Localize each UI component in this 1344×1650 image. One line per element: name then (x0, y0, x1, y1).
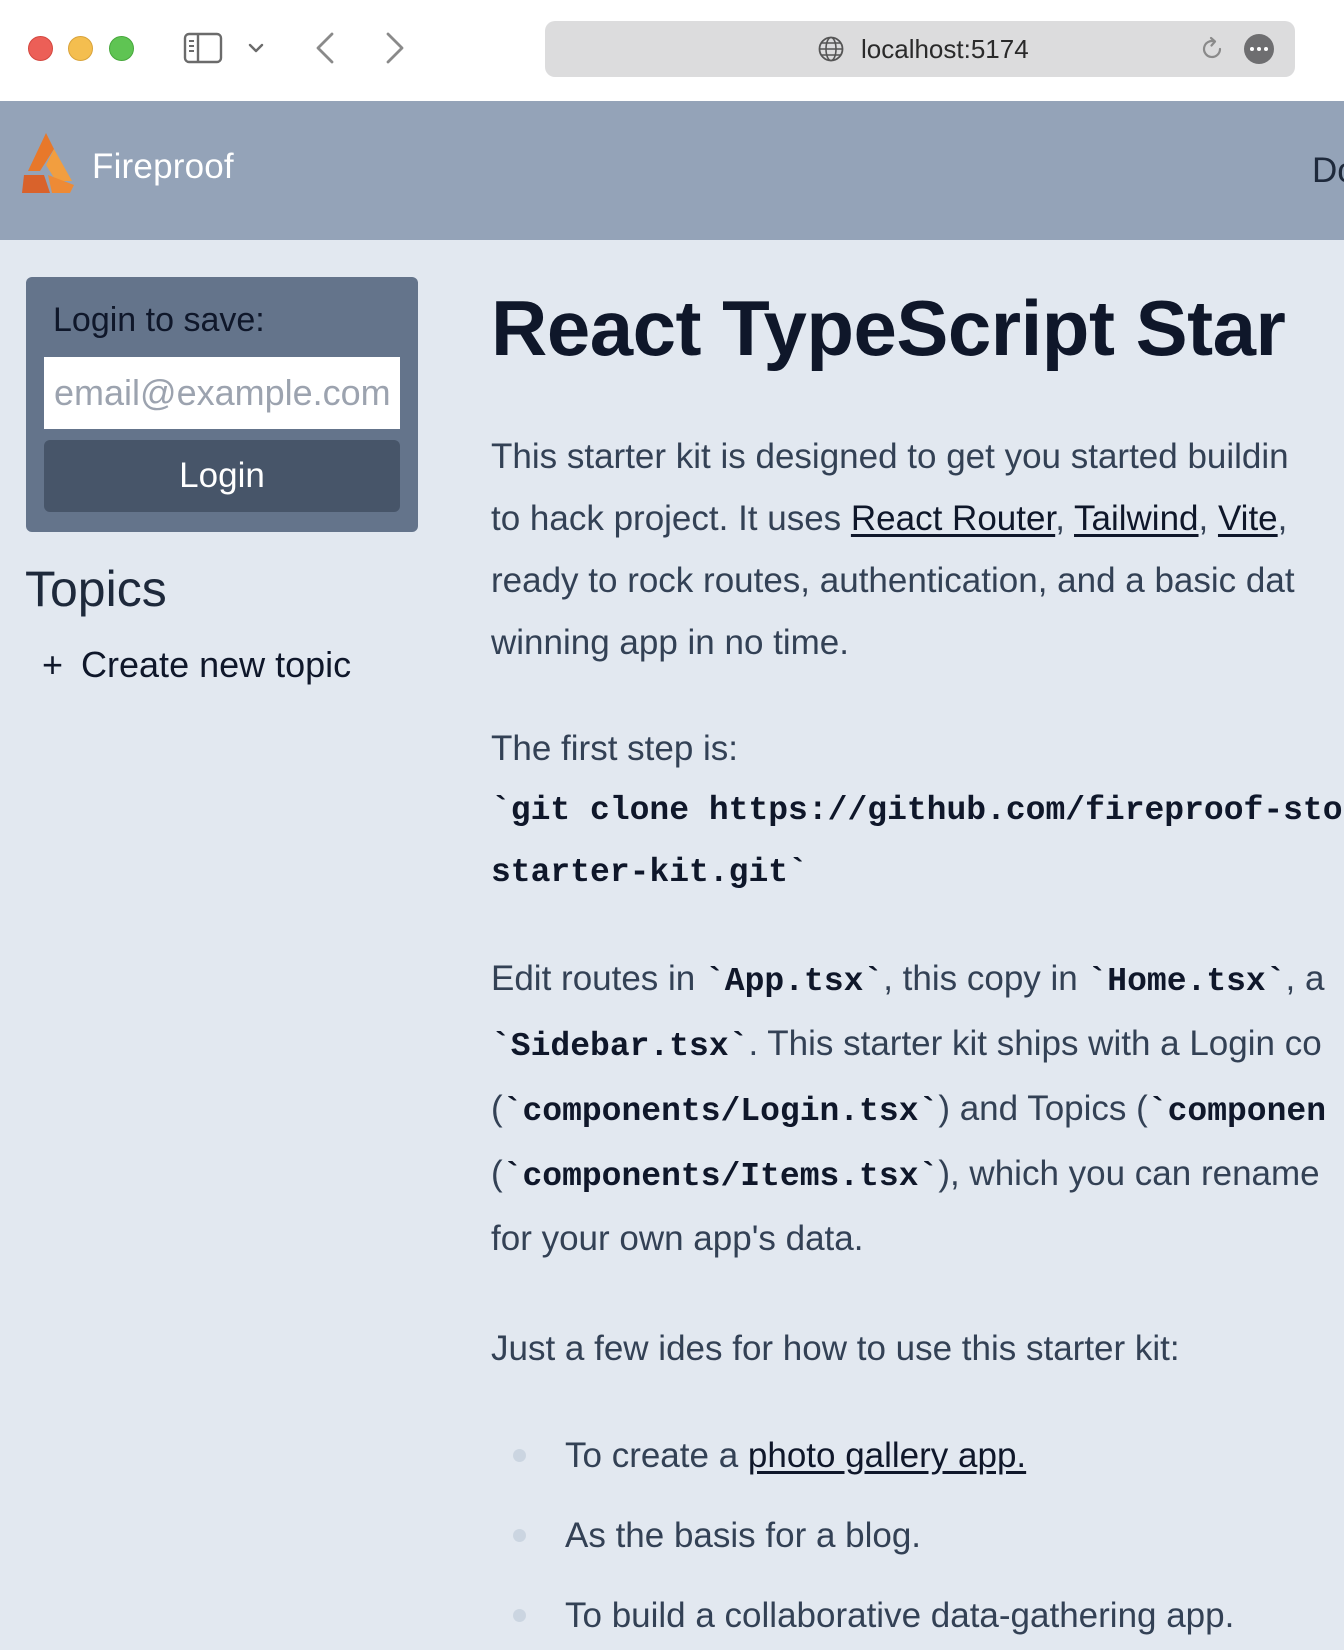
code-sidebar-tsx: `Sidebar.tsx` (491, 1027, 749, 1065)
text: , this copy in (883, 958, 1088, 998)
separator: , (1198, 498, 1218, 538)
edit-line-2: `Sidebar.tsx`. This starter kit ships wi… (491, 1013, 1344, 1078)
text: , a (1285, 958, 1325, 998)
back-arrow-icon[interactable] (310, 30, 340, 66)
intro-line-4: winning app in no time. (491, 622, 849, 662)
intro-line-2: to hack project. It uses React Router, T… (491, 488, 1344, 550)
create-topic-label: Create new topic (81, 644, 352, 685)
email-input[interactable] (44, 357, 400, 429)
more-options-icon[interactable] (1244, 34, 1274, 64)
edit-line-3: (`components/Login.tsx`) and Topics (`co… (491, 1078, 1344, 1143)
code-items-tsx: `components/Items.tsx` (502, 1157, 939, 1195)
intro-line-1: This starter kit is designed to get you … (491, 436, 1289, 476)
text: ( (491, 1153, 503, 1193)
text: To create a (565, 1435, 748, 1475)
code-login-tsx: `components/Login.tsx` (502, 1092, 939, 1130)
text: ) and Topics ( (938, 1088, 1148, 1128)
edit-line-5: for your own app's data. (491, 1218, 864, 1258)
login-button[interactable]: Login (44, 440, 400, 512)
browser-toolbar: localhost:5174 (0, 0, 1344, 101)
ideas-list: To create a photo gallery app. As the ba… (491, 1416, 1344, 1650)
plus-icon: + (42, 644, 64, 685)
edit-routes-paragraph: Edit routes in `App.tsx`, this copy in `… (491, 948, 1344, 1270)
list-item: As the basis for a blog. (513, 1496, 1344, 1576)
intro-line-3: ready to rock routes, authentication, an… (491, 560, 1295, 600)
list-item: To build a collaborative data-gathering … (513, 1576, 1344, 1650)
separator: , (1055, 498, 1075, 538)
login-panel: Login to save: Login (26, 277, 418, 532)
photo-gallery-link[interactable]: photo gallery app. (748, 1436, 1026, 1475)
text: ), which you can rename (938, 1153, 1320, 1193)
text: Edit routes in (491, 958, 705, 998)
list-item: To create a photo gallery app. (513, 1416, 1344, 1496)
intro-paragraph: This starter kit is designed to get you … (491, 426, 1344, 674)
url-text[interactable]: localhost:5174 (861, 35, 1029, 63)
react-router-link[interactable]: React Router (851, 499, 1055, 538)
git-clone-command-cont: starter-kit.git` (491, 853, 808, 891)
ideas-intro: Just a few ides for how to use this star… (491, 1328, 1180, 1368)
code-home-tsx: `Home.tsx` (1087, 962, 1286, 1000)
first-step-label: The first step is: (491, 728, 739, 768)
vite-link[interactable]: Vite (1218, 499, 1278, 538)
page-title: React TypeScript Star (491, 284, 1286, 372)
edit-line-4: (`components/Items.tsx`), which you can … (491, 1143, 1344, 1208)
git-clone-command: `git clone https://github.com/fireproof-… (491, 791, 1343, 829)
text: ( (491, 1088, 503, 1128)
main-content: React TypeScript Star This starter kit i… (491, 270, 1344, 1650)
edit-line-1: Edit routes in `App.tsx`, this copy in `… (491, 948, 1344, 1013)
globe-icon (817, 35, 845, 63)
fireproof-logo-icon[interactable] (20, 131, 76, 195)
login-title: Login to save: (53, 301, 265, 339)
tailwind-link[interactable]: Tailwind (1074, 499, 1199, 538)
minimize-window-button[interactable] (68, 36, 93, 61)
first-step-paragraph: The first step is: `git clone https://gi… (491, 718, 1344, 904)
topics-heading: Topics (25, 561, 167, 617)
sidebar-toggle-icon[interactable] (182, 31, 224, 65)
address-bar[interactable]: localhost:5174 (545, 21, 1295, 77)
header-nav-link[interactable]: Do (1312, 151, 1344, 191)
code-app-tsx: `App.tsx` (705, 962, 884, 1000)
brand-name[interactable]: Fireproof (92, 147, 234, 187)
text: . This starter kit ships with a Login co (748, 1023, 1322, 1063)
separator: , (1277, 498, 1288, 538)
create-topic-button[interactable]: + Create new topic (42, 644, 351, 686)
reload-icon[interactable] (1197, 34, 1227, 64)
forward-arrow-icon[interactable] (380, 30, 410, 66)
close-window-button[interactable] (28, 36, 53, 61)
app-header: Fireproof Do (0, 101, 1344, 240)
intro-text: to hack project. It uses (491, 498, 851, 538)
chevron-down-icon[interactable] (246, 36, 266, 60)
zoom-window-button[interactable] (109, 36, 134, 61)
code-topics-tsx: `componen (1147, 1092, 1327, 1130)
